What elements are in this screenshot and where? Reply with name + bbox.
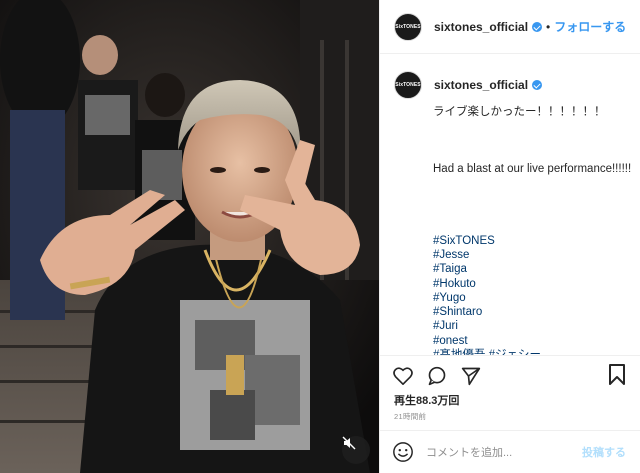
separator-dot: • bbox=[546, 19, 551, 34]
hashtag-link[interactable]: #Shintaro bbox=[433, 305, 633, 319]
follow-button[interactable]: フォローする bbox=[554, 18, 626, 35]
save-button[interactable] bbox=[608, 364, 630, 386]
avatar[interactable]: SixTONES bbox=[394, 12, 422, 41]
username-link[interactable]: sixtones_official bbox=[434, 20, 528, 34]
comment-input[interactable]: コメントを追加... bbox=[426, 444, 582, 460]
caption-username-link[interactable]: sixtones_official bbox=[434, 78, 528, 92]
caption-avatar[interactable]: SixTONES bbox=[394, 71, 422, 99]
post-details-panel: SixTONES sixtones_official • フォローする SixT… bbox=[379, 0, 640, 473]
sound-off-icon bbox=[342, 436, 356, 450]
bookmark-icon bbox=[609, 364, 625, 385]
hashtag-link[interactable]: #Yugo bbox=[433, 291, 633, 305]
like-button[interactable] bbox=[392, 365, 414, 387]
avatar-logo: SixTONES bbox=[395, 23, 421, 30]
hashtag-link[interactable]: #Taiga bbox=[433, 262, 633, 276]
verified-badge-icon bbox=[532, 80, 543, 90]
post-header: SixTONES sixtones_official • フォローする bbox=[380, 0, 640, 54]
comment-icon bbox=[428, 366, 446, 386]
caption-line: Had a blast at our live performance!!!!!… bbox=[433, 163, 632, 176]
share-icon bbox=[461, 367, 481, 386]
post-video[interactable] bbox=[0, 0, 379, 473]
smiley-icon[interactable] bbox=[392, 441, 414, 463]
actions-section: 再生88.3万回 21時間前 bbox=[380, 355, 640, 426]
comment-button[interactable] bbox=[426, 365, 448, 387]
view-count[interactable]: 再生88.3万回 bbox=[394, 392, 459, 408]
post-comment-button[interactable]: 投稿する bbox=[582, 444, 626, 460]
comment-form: コメントを追加... 投稿する bbox=[380, 430, 640, 473]
action-icons bbox=[380, 356, 640, 388]
share-button[interactable] bbox=[460, 365, 482, 387]
instagram-post: SixTONES sixtones_official • フォローする SixT… bbox=[0, 0, 640, 473]
hashtag-link[interactable]: #Juri bbox=[433, 319, 633, 333]
video-frame bbox=[0, 0, 379, 473]
caption-line: ライブ楽しかったー！！！！！！ bbox=[433, 106, 606, 118]
mute-button[interactable] bbox=[342, 436, 370, 464]
caption-author: SixTONES sixtones_official bbox=[380, 55, 640, 99]
hashtag-link[interactable]: #SixTONES bbox=[433, 234, 633, 248]
caption-avatar-logo: SixTONES bbox=[395, 82, 421, 88]
hashtag-link[interactable]: #onest bbox=[433, 334, 633, 348]
post-timestamp[interactable]: 21時間前 bbox=[394, 411, 426, 422]
hashtag-link[interactable]: #髙地優吾 #ジェシー bbox=[433, 348, 633, 355]
hashtag-link[interactable]: #Hokuto bbox=[433, 277, 633, 291]
caption-text: ライブ楽しかったー！！！！！！ Had a blast at our live p… bbox=[433, 105, 633, 355]
verified-badge-icon bbox=[532, 21, 543, 32]
caption-section: SixTONES sixtones_official ライブ楽しかったー！！！！… bbox=[380, 55, 640, 355]
hashtag-link[interactable]: #Jesse bbox=[433, 248, 633, 262]
heart-icon bbox=[393, 367, 413, 385]
